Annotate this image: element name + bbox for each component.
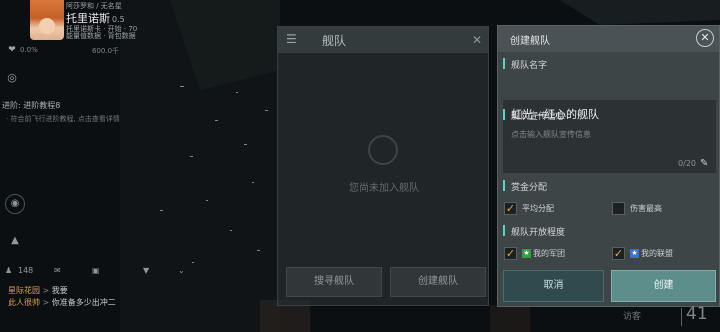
online-count: 148 bbox=[18, 266, 34, 275]
slogan-counter: 0/20 bbox=[678, 159, 696, 168]
open-option-label: 我的联盟 bbox=[641, 249, 673, 258]
footer-tag: 访客 bbox=[623, 312, 642, 322]
chat-channel: 此人很帅 bbox=[8, 298, 40, 307]
chat-sep: > bbox=[40, 298, 52, 307]
section-accent bbox=[503, 58, 505, 69]
fleet-empty-icon bbox=[368, 135, 398, 165]
dialog-header: 创建舰队 ✕ bbox=[498, 26, 719, 52]
menu-icon[interactable]: ☰ bbox=[286, 32, 300, 46]
bounty-option-label: 平均分配 bbox=[522, 204, 554, 213]
create-fleet-dialog: 创建舰队 ✕ 舰队名字 虹光—红心的舰队 舰队宣传信息 点击输入舰队宣传信息 0… bbox=[497, 25, 720, 307]
slogan-input[interactable]: 点击输入舰队宣传信息 0/20 ✎ bbox=[503, 123, 716, 173]
checkbox-unchecked[interactable] bbox=[612, 202, 625, 215]
resource-right: 600.0千 bbox=[92, 47, 120, 55]
create-fleet-button[interactable]: 创建舰队 bbox=[390, 267, 486, 297]
bounty-option-average[interactable]: ✓ 平均分配 bbox=[504, 201, 604, 219]
chat-icon[interactable]: ▣ bbox=[92, 266, 100, 275]
bounty-option-label: 伤害最高 bbox=[630, 204, 662, 213]
mail-icon[interactable]: ✉ bbox=[54, 266, 61, 275]
upload-icon[interactable]: ▲ bbox=[5, 232, 25, 252]
mission-title[interactable]: 进阶: 进阶教程8 bbox=[2, 100, 60, 111]
open-option-alliance[interactable]: ✓ ★ 我的联盟 bbox=[612, 246, 712, 264]
target-icon[interactable]: ◉ bbox=[5, 194, 25, 214]
bounty-section: 赏金分配 bbox=[501, 177, 717, 195]
bounty-option-highest-damage[interactable]: 伤害最高 bbox=[612, 201, 712, 219]
fleet-name-section: 舰队名字 bbox=[501, 55, 717, 73]
fleet-empty-text: 您尚未加入舰队 bbox=[349, 183, 419, 194]
location-pin-icon[interactable]: ◎ bbox=[4, 70, 20, 86]
heart-icon: ❤ bbox=[8, 45, 16, 55]
footer-divider bbox=[681, 308, 682, 326]
open-option-label: 我的军团 bbox=[533, 249, 565, 258]
section-accent bbox=[503, 109, 505, 120]
section-accent bbox=[503, 225, 505, 236]
cancel-button[interactable]: 取消 bbox=[503, 270, 604, 302]
search-fleet-button[interactable]: 搜寻舰队 bbox=[286, 267, 382, 297]
open-level-label: 舰队开放程度 bbox=[511, 228, 566, 238]
chevron-down-icon[interactable]: ⌄ bbox=[178, 266, 185, 275]
hud-line-3: 能量值数据 · 背包数据 bbox=[66, 32, 136, 40]
chat-line[interactable]: 此人很帅 > 你准备多少出冲二 bbox=[8, 297, 116, 308]
open-option-label-wrap: ★ 我的军团 bbox=[522, 248, 565, 259]
bounty-label: 赏金分配 bbox=[511, 183, 548, 193]
open-level-section: 舰队开放程度 bbox=[501, 222, 717, 240]
open-option-legion[interactable]: ✓ ★ 我的军团 bbox=[504, 246, 604, 264]
fleet-panel: ☰ 舰队 ✕ 您尚未加入舰队 搜寻舰队 创建舰队 bbox=[277, 26, 489, 306]
close-icon[interactable]: ✕ bbox=[472, 33, 482, 47]
open-option-label-wrap: ★ 我的联盟 bbox=[630, 248, 673, 259]
checkbox-checked[interactable]: ✓ bbox=[612, 247, 625, 260]
player-avatar[interactable] bbox=[30, 0, 64, 40]
slogan-section: 舰队宣传信息 bbox=[501, 106, 717, 124]
checkbox-checked[interactable]: ✓ bbox=[504, 247, 517, 260]
chat-line[interactable]: 星际花园 > 我要 bbox=[8, 285, 68, 296]
checkbox-checked[interactable]: ✓ bbox=[504, 202, 517, 215]
create-button[interactable]: 创建 bbox=[611, 270, 716, 302]
chat-text: 我要 bbox=[51, 286, 68, 295]
filter-icon[interactable]: ▼ bbox=[143, 266, 149, 275]
chat-text: 你准备多少出冲二 bbox=[51, 298, 116, 307]
resource-row: ❤ 0.0% 600.0千 bbox=[0, 44, 160, 58]
green-star-icon: ★ bbox=[522, 249, 531, 258]
bottom-bar: ♟ 148 ✉ ▣ ▼ ⌄ bbox=[0, 262, 200, 284]
chat-sep: > bbox=[40, 286, 52, 295]
mission-desc[interactable]: · 符合前飞行进阶教程, 点击查看详情 bbox=[6, 114, 120, 124]
blue-star-icon: ★ bbox=[630, 249, 639, 258]
fleet-name-label: 舰队名字 bbox=[511, 61, 548, 71]
slogan-label: 舰队宣传信息 bbox=[511, 112, 566, 122]
fleet-panel-title: 舰队 bbox=[322, 34, 347, 48]
chat-channel: 星际花园 bbox=[8, 286, 40, 295]
edit-icon[interactable]: ✎ bbox=[700, 158, 711, 169]
fleet-panel-header: ☰ 舰队 ✕ bbox=[278, 27, 488, 53]
player-level: 0.5 bbox=[112, 15, 125, 24]
resource-left: 0.0% bbox=[20, 46, 38, 54]
person-icon[interactable]: ♟ bbox=[5, 266, 12, 275]
dialog-title: 创建舰队 bbox=[510, 36, 550, 47]
footer-number: 41 bbox=[686, 304, 708, 324]
close-icon[interactable]: ✕ bbox=[696, 29, 714, 47]
slogan-placeholder: 点击输入舰队宣传信息 bbox=[511, 130, 591, 139]
section-accent bbox=[503, 180, 505, 191]
